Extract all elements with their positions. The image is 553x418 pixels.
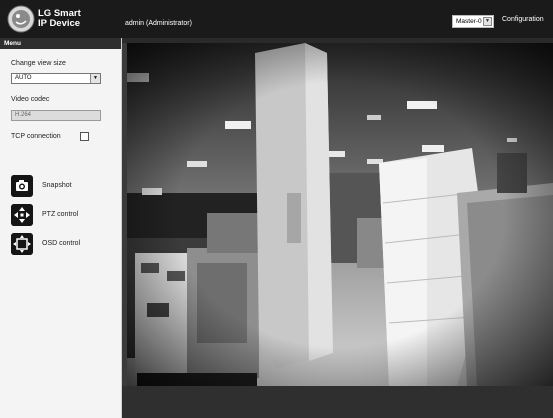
osd-icon[interactable] [11,233,33,255]
chevron-down-icon[interactable]: ▼ [90,74,100,83]
snapshot-button[interactable]: Snapshot [11,175,121,197]
master-select[interactable]: Master-0 ▼ [452,15,494,28]
ptz-arrows-icon[interactable] [11,204,33,226]
camera-icon[interactable] [11,175,33,197]
snapshot-label: Snapshot [42,182,72,189]
master-select-value: Master-0 [456,18,482,25]
ptz-control-label: PTZ control [42,211,79,218]
menu-title: Menu [0,38,121,49]
header-bar: LG Smart IP Device admin (Administrator)… [0,0,553,38]
osd-control-label: OSD control [42,240,81,247]
osd-control-button[interactable]: OSD control [11,233,121,255]
view-size-select[interactable]: AUTO ▼ [11,73,101,84]
tcp-label: TCP connection [11,133,61,140]
ptz-control-button[interactable]: PTZ control [11,204,121,226]
chevron-down-icon[interactable]: ▼ [483,17,492,26]
lg-logo-icon [7,5,35,33]
live-video-feed[interactable] [127,43,553,386]
video-panel [122,38,553,418]
configuration-link[interactable]: Configuration [502,16,544,23]
sidebar: Menu Change view size AUTO ▼ Video codec… [0,38,122,418]
codec-label: Video codec [11,96,50,103]
brand-line-2: IP Device [38,18,81,29]
view-size-value: AUTO [15,75,32,81]
logged-in-user: admin (Administrator) [125,20,192,27]
brand-title: LG Smart IP Device [38,9,81,29]
video-frame-image [127,43,553,386]
tcp-checkbox[interactable] [80,132,89,141]
video-bottom-bar [122,386,553,418]
codec-field: H.264 [11,110,101,121]
view-size-label: Change view size [11,60,66,67]
